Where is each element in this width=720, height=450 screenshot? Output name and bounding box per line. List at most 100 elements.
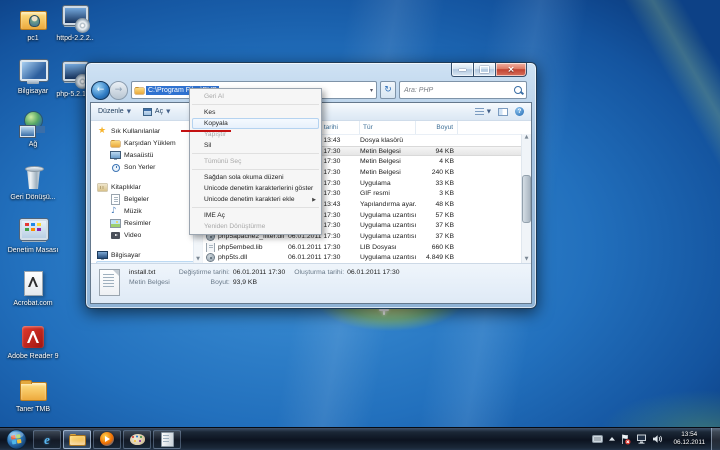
back-button[interactable]: ← <box>91 81 110 100</box>
taskbar-clock[interactable]: 13:54 06.12.2011 <box>668 431 710 447</box>
forward-button[interactable]: → <box>109 81 128 100</box>
file-type: Metin Belgesi <box>360 158 416 165</box>
desktop-icon[interactable]: Taner TMB <box>0 375 66 428</box>
maximize-button[interactable] <box>473 63 495 77</box>
file-type: Dosya klasörü <box>360 137 416 144</box>
context-menu-item[interactable]: Unicode denetim karakteri ekle ▶ <box>190 194 321 205</box>
volume-icon[interactable] <box>652 434 663 444</box>
column-header-type[interactable]: Tür <box>360 121 416 134</box>
start-button[interactable] <box>0 428 32 450</box>
file-size: 94 KB <box>416 148 458 155</box>
nav-item[interactable] <box>96 173 202 181</box>
file-size: 48 KB <box>416 201 458 208</box>
nav-item[interactable] <box>96 241 202 249</box>
open-button[interactable]: Aç ▼ <box>143 108 170 116</box>
chevron-down-icon: ▼ <box>487 109 491 115</box>
help-button[interactable]: ? <box>515 107 524 116</box>
nav-item-label: Video <box>124 232 141 239</box>
file-type: Metin Belgesi <box>360 169 416 176</box>
title-bar[interactable]: × <box>86 63 536 79</box>
nav-item[interactable]: Müzik <box>96 205 202 217</box>
refresh-button[interactable]: ↻ <box>380 81 396 99</box>
file-row[interactable]: php5embed.lib 06.01.2011 17:30 LIB Dosya… <box>203 242 522 253</box>
desktop-icon-image <box>18 216 48 246</box>
file-size: 37 KB <box>416 222 458 229</box>
nav-item[interactable]: Video <box>96 229 202 241</box>
column-header-size[interactable]: Boyut <box>416 121 458 134</box>
nav-item[interactable]: Kitaplıklar <box>96 181 202 193</box>
context-menu-item[interactable]: Yeniden Dönüştürme <box>190 221 321 232</box>
views-button[interactable]: ▼ <box>475 108 491 115</box>
nav-item[interactable]: Belgeler <box>96 193 202 205</box>
nav-item-icon <box>98 183 107 192</box>
network-icon[interactable] <box>636 434 647 444</box>
desktop-icon-image <box>18 322 48 352</box>
file-size: 37 KB <box>416 233 458 240</box>
nav-item[interactable]: Yerel Disk (C:) <box>96 261 199 263</box>
nav-item-icon <box>111 219 120 228</box>
taskbar-button-media-player[interactable] <box>93 430 121 449</box>
organize-button[interactable]: Düzenle ▼ <box>98 108 131 115</box>
nav-item[interactable]: Son Yerler <box>96 161 202 173</box>
nav-item[interactable]: Bilgisayar <box>96 249 202 261</box>
scroll-thumb[interactable] <box>522 175 531 223</box>
nav-item[interactable]: Masaüstü <box>96 149 202 161</box>
taskbar-button-explorer[interactable] <box>63 430 91 449</box>
desktop-icon[interactable]: Adobe Reader 9 <box>0 322 66 375</box>
nav-item-icon <box>111 163 120 172</box>
close-button[interactable]: × <box>495 63 527 77</box>
file-row[interactable]: php5ts.dll 06.01.2011 17:30 Uygulama uza… <box>203 253 522 263</box>
context-menu-item[interactable]: Sağdan sola okuma düzeni <box>190 172 321 183</box>
context-menu-item[interactable]: Kopyala <box>192 118 319 129</box>
modified-label: Değiştirme tarihi: <box>179 269 230 276</box>
nav-item-label: Bilgisayar <box>111 252 140 259</box>
file-type: Metin Belgesi <box>360 148 416 155</box>
action-center-flag-icon[interactable] <box>621 434 631 445</box>
nav-item[interactable]: Resimler <box>96 217 202 229</box>
taskbar-button-ie[interactable]: e <box>33 430 61 449</box>
nav-item-icon <box>111 195 120 204</box>
nav-item-label: Kitaplıklar <box>111 184 141 191</box>
desktop-icon[interactable]: Acrobat.com <box>0 269 66 322</box>
file-modified: 06.01.2011 17:30 <box>288 254 360 261</box>
context-menu-item[interactable]: Kes <box>190 107 321 118</box>
scroll-up-icon[interactable]: ▲ <box>525 135 529 140</box>
nav-item-icon <box>98 241 107 249</box>
desktop-icon[interactable]: Denetim Masası <box>0 216 66 269</box>
context-menu-item[interactable]: Tümünü Seç <box>190 156 321 167</box>
clock-date: 06.12.2011 <box>673 439 705 447</box>
details-meta-1: Değiştirme tarihi: 06.01.2011 17:30 Boyu… <box>179 269 285 303</box>
details-pane: install.txt Metin Belgesi Değiştirme tar… <box>91 263 531 303</box>
scroll-down-icon[interactable]: ▼ <box>196 257 200 262</box>
desktop-icon[interactable]: Geri Dönüşü... <box>0 163 66 216</box>
minimize-button[interactable] <box>451 63 473 77</box>
size-value: 93,9 KB <box>233 279 285 286</box>
context-menu-item-label: Tümünü Seç <box>204 158 241 165</box>
search-icon[interactable] <box>514 86 522 94</box>
preview-pane-button[interactable] <box>498 108 508 116</box>
taskbar-button-app[interactable] <box>153 430 181 449</box>
context-menu-item[interactable]: Geri Al <box>190 91 321 102</box>
context-menu-item-label: Unicode denetim karakterlerini göster <box>204 185 313 192</box>
context-menu-item[interactable]: IME Aç <box>190 210 321 221</box>
address-dropdown-icon[interactable]: ▾ <box>370 87 373 94</box>
taskbar-button-paint[interactable] <box>123 430 151 449</box>
context-menu-item[interactable]: Unicode denetim karakterlerini göster <box>190 183 321 194</box>
details-file-block: install.txt Metin Belgesi <box>129 269 170 303</box>
search-box[interactable]: Ara: PHP <box>399 81 527 99</box>
context-menu-item[interactable]: Sil <box>190 140 321 151</box>
desktop-icon[interactable]: Ağ <box>0 110 66 163</box>
desktop-icon-label: Acrobat.com <box>13 300 52 308</box>
desktop-icon-label: Denetim Masası <box>8 247 59 255</box>
desktop-icon[interactable]: httpd-2.2.2.. <box>42 4 108 60</box>
file-type: Yapılandırma ayar... <box>360 201 416 208</box>
input-device-icon[interactable] <box>592 435 603 443</box>
nav-item[interactable]: Karşıdan Yüklem <box>96 137 202 149</box>
file-list-scrollbar[interactable]: ▲ ▼ <box>521 134 531 263</box>
desktop-icon-label: Taner TMB <box>16 406 50 414</box>
show-hidden-icons-button[interactable] <box>608 436 616 442</box>
show-desktop-button[interactable] <box>711 428 720 450</box>
scroll-down-icon[interactable]: ▼ <box>525 257 529 262</box>
chevron-down-icon: ▼ <box>166 109 170 115</box>
toolbar-right: ▼ ? <box>475 107 524 116</box>
